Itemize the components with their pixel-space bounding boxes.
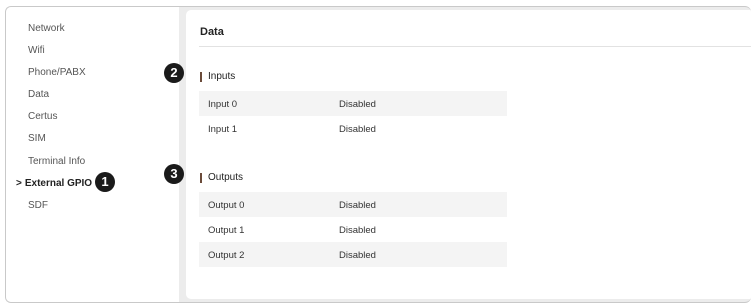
sidebar-item-sim[interactable]: SIM (28, 133, 46, 144)
main-panel: Data Inputs Input 0 Disabled Input 1 Dis… (186, 10, 751, 299)
sidebar-item-label: External GPIO (24, 178, 93, 189)
title-divider (199, 46, 751, 47)
gpio-status: Disabled (339, 99, 376, 110)
callout-badge-2: 2 (164, 63, 184, 83)
sidebar-item-phone-pabx[interactable]: Phone/PABX (28, 67, 86, 78)
callout-badge-1: 1 (95, 172, 115, 192)
sidebar-item-data[interactable]: Data (28, 89, 49, 100)
table-row: Output 2 Disabled (199, 242, 507, 267)
table-row: Input 0 Disabled (199, 91, 507, 116)
gpio-name: Input 1 (208, 124, 238, 135)
table-row: Output 0 Disabled (199, 192, 507, 217)
sidebar-item-network[interactable]: Network (28, 23, 65, 34)
sidebar-item-external-gpio[interactable]: > External GPIO (16, 178, 92, 189)
gpio-name: Output 2 (208, 250, 245, 261)
table-row: Input 1 Disabled (199, 116, 507, 141)
gpio-name: Input 0 (208, 99, 238, 110)
inputs-section-heading: Inputs (200, 71, 235, 82)
gpio-status: Disabled (339, 124, 376, 135)
gpio-status: Disabled (339, 200, 376, 211)
inputs-heading-label: Inputs (208, 71, 236, 82)
sidebar: Network Wifi Phone/PABX Data Certus SIM … (6, 7, 179, 302)
sidebar-item-wifi[interactable]: Wifi (28, 45, 45, 56)
gpio-status: Disabled (339, 225, 376, 236)
sidebar-item-sdf[interactable]: SDF (28, 200, 48, 211)
table-row: Output 1 Disabled (199, 217, 507, 242)
chevron-right-icon: > (16, 178, 22, 189)
section-marker (200, 71, 202, 82)
sidebar-item-certus[interactable]: Certus (28, 111, 57, 122)
gpio-name: Output 1 (208, 225, 245, 236)
gpio-name: Output 0 (208, 200, 245, 211)
page-title: Data (200, 26, 224, 38)
outputs-section-heading: Outputs (200, 172, 243, 183)
outputs-heading-label: Outputs (208, 172, 244, 183)
gpio-status: Disabled (339, 250, 376, 261)
section-marker (200, 172, 202, 183)
callout-badge-3: 3 (164, 164, 184, 184)
app-window: Network Wifi Phone/PABX Data Certus SIM … (5, 6, 751, 303)
sidebar-item-terminal-info[interactable]: Terminal Info (28, 156, 85, 167)
